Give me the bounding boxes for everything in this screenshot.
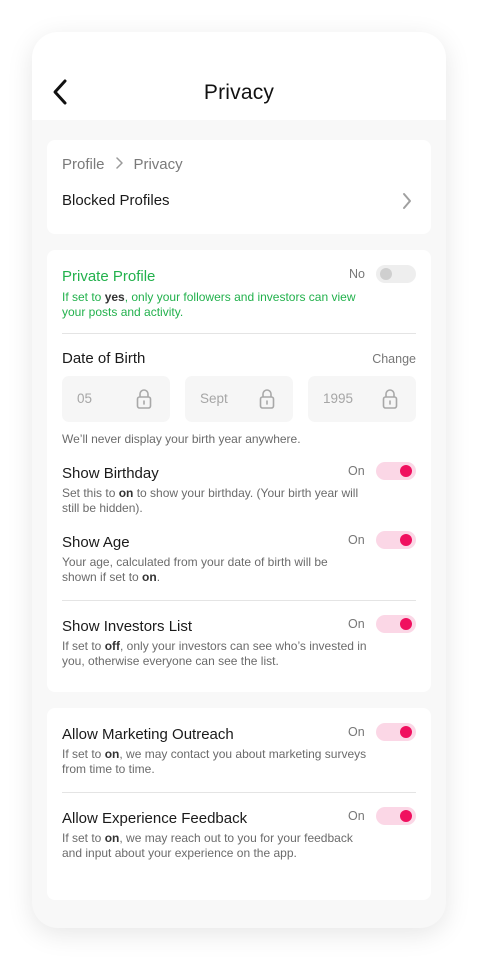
marketing-outreach-description: If set to on, we may contact you about m… [62,747,367,776]
lock-icon [382,389,398,409]
lock-icon [136,389,152,409]
dob-month-field[interactable]: Sept [185,376,293,422]
show-birthday-state: On [348,464,365,478]
breadcrumb-privacy: Privacy [133,156,183,173]
show-age-state: On [348,533,365,547]
breadcrumb-profile[interactable]: Profile [62,156,105,173]
lock-icon [259,389,275,409]
divider [62,600,416,601]
dob-day-field[interactable]: 05 [62,376,170,422]
show-age-label: Show Age [62,534,130,551]
marketing-outreach-label: Allow Marketing Outreach [62,726,234,743]
show-investors-toggle[interactable] [376,615,416,633]
show-birthday-label: Show Birthday [62,465,159,482]
show-birthday-toggle[interactable] [376,462,416,480]
breadcrumb: Profile Privacy [62,156,183,174]
show-investors-description: If set to off, only your investors can s… [62,639,367,668]
marketing-outreach-toggle[interactable] [376,723,416,741]
show-birthday-description: Set this to on to show your birthday. (Y… [62,486,359,515]
dob-year-field[interactable]: 1995 [308,376,416,422]
header-bar: Privacy [32,32,446,120]
page-title: Privacy [203,81,275,104]
phone-frame: Privacy Profile Privacy Blocked Profiles… [32,32,446,928]
communications-card: Allow Marketing Outreach On If set to on… [47,708,431,900]
blocked-profiles-label: Blocked Profiles [62,192,170,209]
private-profile-label: Private Profile [62,268,156,285]
dob-note: We’ll never display your birth year anyw… [62,432,301,446]
navigation-card: Profile Privacy Blocked Profiles [47,140,431,234]
chevron-right-icon [116,157,123,169]
private-profile-state: No [349,267,365,281]
dob-change-link[interactable]: Change [372,352,416,366]
dob-label: Date of Birth [62,350,146,367]
private-profile-toggle[interactable] [376,265,416,283]
divider [62,792,416,793]
blocked-profiles-row[interactable]: Blocked Profiles [47,184,431,220]
experience-feedback-state: On [348,809,365,823]
experience-feedback-toggle[interactable] [376,807,416,825]
show-investors-label: Show Investors List [62,618,193,635]
chevron-right-icon [403,193,411,209]
profile-privacy-card: Private Profile No If set to yes, only y… [47,250,431,692]
show-age-toggle[interactable] [376,531,416,549]
marketing-outreach-state: On [348,725,365,739]
experience-feedback-label: Allow Experience Feedback [62,810,248,827]
experience-feedback-description: If set to on, we may reach out to you fo… [62,831,353,860]
show-investors-state: On [348,617,365,631]
divider [62,333,416,334]
show-age-description: Your age, calculated from your date of b… [62,555,328,584]
private-profile-description: If set to yes, only your followers and i… [62,290,356,319]
